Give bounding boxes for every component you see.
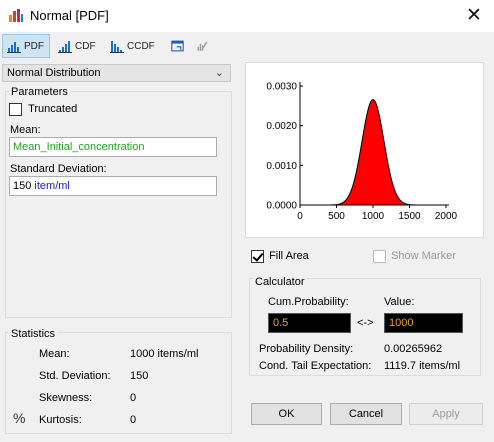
distribution-select-value: Normal Distribution <box>7 67 101 79</box>
distribution-select[interactable]: Normal Distribution ⌄ <box>2 64 231 82</box>
x-tick-label: 1000 <box>362 211 385 222</box>
stat-kurtosis-label: Kurtosis: <box>39 414 82 426</box>
tail-expectation-label: Cond. Tail Expectation: <box>259 360 372 372</box>
calculator-group-label: Calculator <box>253 276 307 288</box>
window-layout-icon <box>171 40 184 52</box>
value-input[interactable]: 1000 <box>384 313 463 333</box>
std-input[interactable]: 150 item/ml <box>9 176 217 196</box>
convert-arrow: <-> <box>357 317 374 329</box>
std-label: Standard Deviation: <box>10 163 107 175</box>
stat-skewness-label: Skewness: <box>39 392 93 404</box>
app-bar-chart-icon <box>9 9 23 22</box>
show-marker-label: Show Marker <box>391 250 456 263</box>
std-number: 150 <box>13 180 32 192</box>
x-tick-label: 2000 <box>435 211 458 222</box>
x-tick-label: 1500 <box>398 211 421 222</box>
cum-probability-input[interactable]: 0.5 <box>268 313 351 333</box>
pdf-chart: 0.0000 0.0010 0.0020 0.0030 0 500 1000 1500 2000 <box>245 62 484 238</box>
probability-density-value: 0.00265962 <box>384 343 443 355</box>
x-tick-label: 0 <box>297 211 303 222</box>
value-label: Value: <box>384 296 415 308</box>
std-unit: item/ml <box>34 180 70 192</box>
truncated-checkbox[interactable] <box>9 103 22 116</box>
pdf-chart-icon <box>7 42 21 53</box>
cum-probability-label: Cum.Probability: <box>268 296 349 308</box>
fill-area-option[interactable]: Fill Area <box>251 250 309 263</box>
pdf-area <box>300 99 446 205</box>
pdf-button[interactable]: PDF <box>2 34 50 58</box>
ccdf-label: CCDF <box>127 40 155 52</box>
y-tick-label: 0.0000 <box>266 201 297 212</box>
stat-mean-value: 1000 items/ml <box>130 348 199 360</box>
toolbar: PDF CDF CCDF <box>0 32 494 60</box>
window-layout-button[interactable] <box>167 34 191 58</box>
chart-edit-icon <box>197 41 208 51</box>
cdf-chart-icon <box>58 41 72 53</box>
mean-input[interactable]: Mean_Initial_concentration <box>9 137 217 157</box>
stat-mean-label: Mean: <box>39 348 70 360</box>
mean-label: Mean: <box>10 124 41 136</box>
show-marker-option[interactable]: Show Marker <box>373 250 456 263</box>
stat-kurtosis-value: 0 <box>130 414 137 426</box>
window-title: Normal [PDF] <box>30 8 109 23</box>
apply-button[interactable]: Apply <box>409 403 483 425</box>
cdf-button[interactable]: CDF <box>54 34 100 58</box>
fill-area-label: Fill Area <box>269 250 309 263</box>
truncated-label: Truncated <box>28 103 78 116</box>
title-bar: Normal [PDF] ✕ <box>0 0 494 32</box>
ok-button[interactable]: OK <box>251 403 322 425</box>
ccdf-chart-icon <box>110 41 124 53</box>
truncated-option[interactable]: Truncated <box>9 103 77 116</box>
percent-icon[interactable]: % <box>13 410 25 426</box>
cancel-button[interactable]: Cancel <box>330 403 402 425</box>
show-marker-checkbox[interactable] <box>373 250 386 263</box>
stat-skewness-value: 0 <box>130 392 137 404</box>
stat-std-label: Std. Deviation: <box>39 370 111 382</box>
stat-std-value: 150 <box>130 370 149 382</box>
y-tick-label: 0.0030 <box>266 82 297 93</box>
pdf-chart-svg: 0.0000 0.0010 0.0020 0.0030 0 500 1000 1500 2000 <box>266 82 458 223</box>
parameters-group-label: Parameters <box>9 86 70 98</box>
chart-edit-button[interactable] <box>193 34 215 58</box>
pdf-label: PDF <box>24 40 44 52</box>
chevron-down-icon: ⌄ <box>214 67 224 79</box>
y-tick-label: 0.0020 <box>266 121 297 132</box>
ccdf-button[interactable]: CCDF <box>106 34 162 58</box>
probability-density-label: Probability Density: <box>259 343 354 355</box>
cdf-label: CDF <box>75 40 96 52</box>
x-tick-label: 500 <box>328 211 345 222</box>
y-tick-label: 0.0010 <box>266 161 297 172</box>
statistics-group-label: Statistics <box>9 328 58 340</box>
fill-area-checkbox[interactable] <box>251 250 264 263</box>
close-button[interactable]: ✕ <box>462 4 486 28</box>
tail-expectation-value: 1119.7 items/ml <box>384 360 461 372</box>
